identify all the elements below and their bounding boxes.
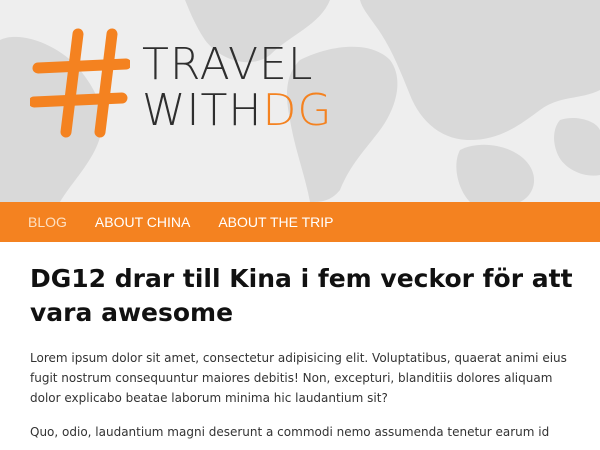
site-logo[interactable]: TRAVEL WITHDG: [30, 28, 332, 138]
logo-line-travel: TRAVEL: [142, 39, 314, 90]
post-paragraph: Lorem ipsum dolor sit amet, consectetur …: [30, 351, 567, 405]
hashtag-logo-icon: [30, 28, 130, 138]
logo-with-text: WITH: [142, 85, 263, 136]
post-content: DG12 drar till Kina i fem veckor för att…: [30, 262, 575, 442]
nav-item-about-china[interactable]: ABOUT CHINA: [95, 214, 190, 230]
logo-wordmark: TRAVEL WITHDG: [142, 42, 332, 134]
nav-item-blog[interactable]: BLOG: [28, 214, 67, 230]
main-navigation: BLOG ABOUT CHINA ABOUT THE TRIP: [0, 202, 600, 242]
logo-line-with-dg: WITHDG: [142, 88, 332, 134]
post-title[interactable]: DG12 drar till Kina i fem veckor för att…: [30, 262, 575, 330]
nav-item-about-the-trip[interactable]: ABOUT THE TRIP: [218, 214, 333, 230]
post-paragraph: Quo, odio, laudantium magni deserunt a c…: [30, 425, 550, 439]
logo-dg-text: DG: [262, 85, 333, 136]
site-header: TRAVEL WITHDG: [0, 0, 600, 202]
